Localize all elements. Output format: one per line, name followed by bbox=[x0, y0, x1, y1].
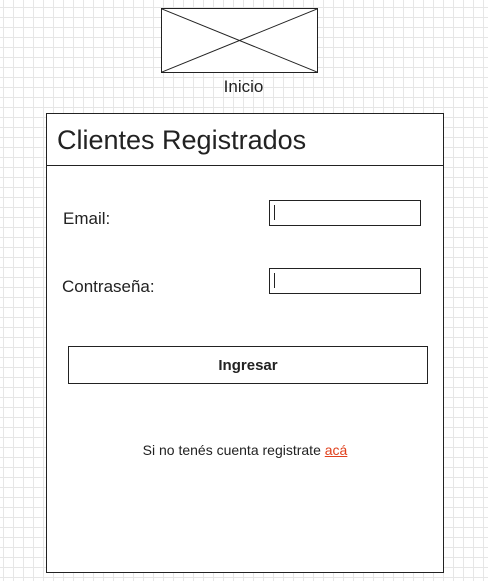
logo-image-placeholder-icon bbox=[161, 8, 318, 73]
text-cursor bbox=[274, 205, 275, 220]
panel-header: Clientes Registrados bbox=[47, 114, 443, 166]
email-label: Email: bbox=[63, 209, 111, 228]
password-field[interactable] bbox=[269, 268, 421, 294]
login-button[interactable]: Ingresar bbox=[68, 346, 428, 384]
password-field-wrapper bbox=[269, 268, 421, 294]
email-field-wrapper bbox=[269, 200, 421, 226]
login-panel: Clientes Registrados Email: Contraseña: … bbox=[46, 113, 444, 573]
panel-title: Clientes Registrados bbox=[57, 125, 307, 155]
register-text: Si no tenés cuenta registrate bbox=[142, 442, 321, 458]
password-label: Contraseña: bbox=[62, 277, 155, 296]
home-link[interactable]: Inicio bbox=[161, 77, 326, 97]
text-cursor bbox=[274, 273, 275, 288]
register-link[interactable]: acá bbox=[325, 442, 348, 458]
register-prompt: Si no tenés cuenta registrate acá bbox=[47, 442, 443, 458]
email-field[interactable] bbox=[269, 200, 421, 226]
